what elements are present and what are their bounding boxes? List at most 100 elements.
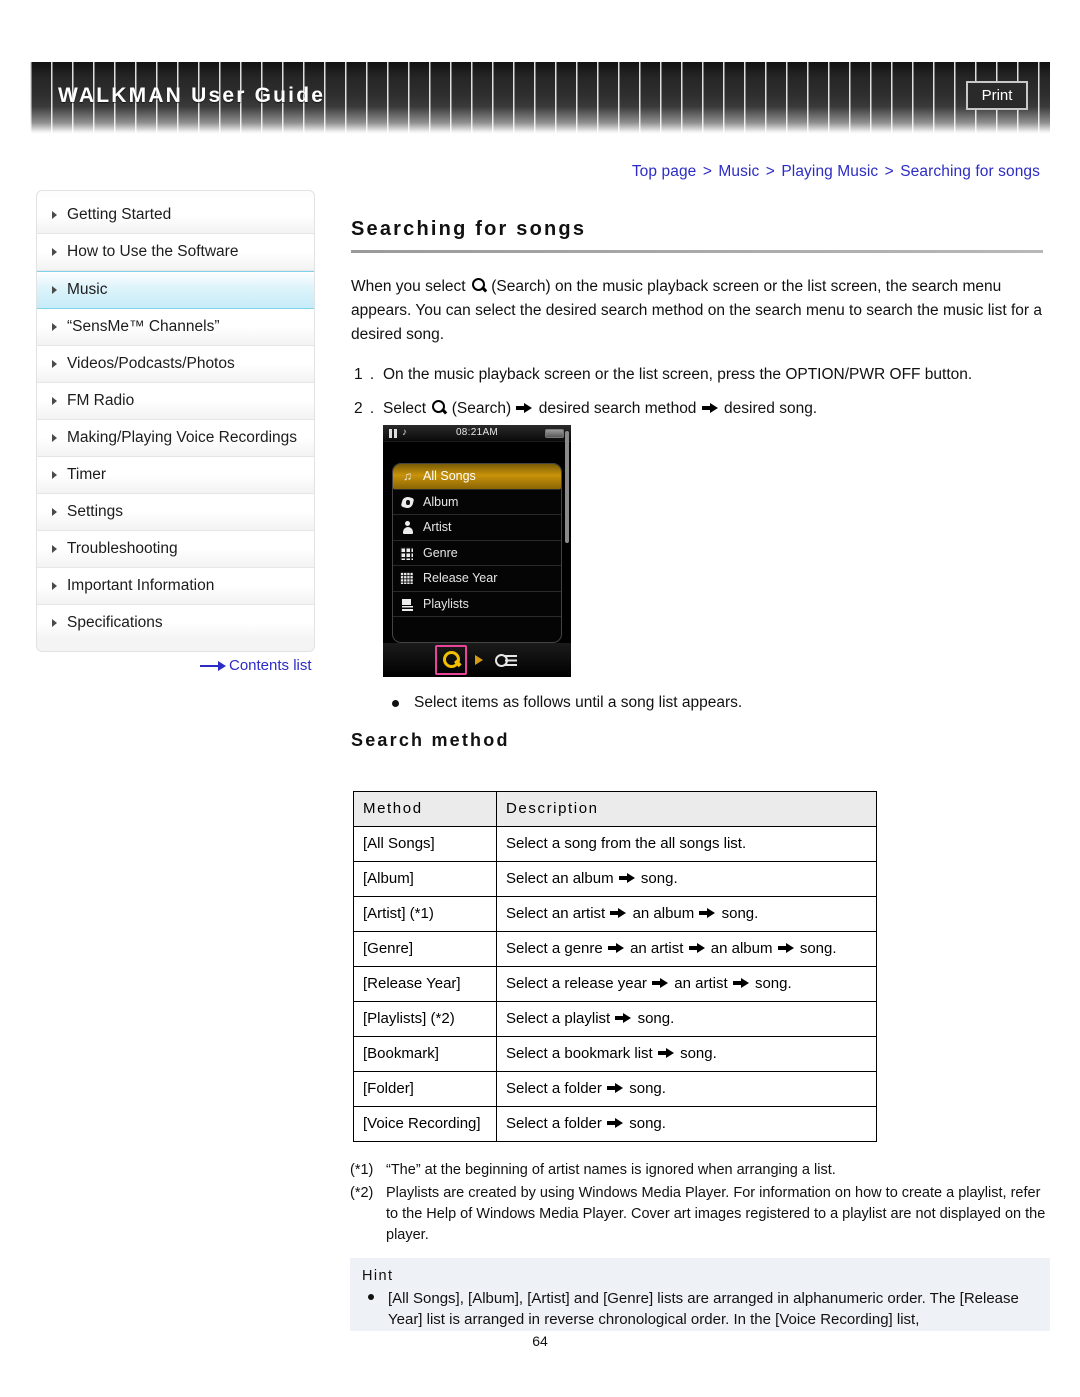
cell-description: Select a folder song. [496, 1071, 877, 1107]
footnote-1: (*1) “The” at the beginning of artist nam… [350, 1160, 1050, 1181]
print-button[interactable]: Print [966, 81, 1028, 110]
sidebar-item-important-information[interactable]: Important Information [37, 568, 314, 605]
device-menu-item[interactable]: ♫ All Songs [393, 464, 561, 490]
description-segment: Select an album [506, 870, 614, 887]
breadcrumb-item-1[interactable]: Music [718, 163, 759, 180]
table-row: [Folder] Select a folder song. [353, 1071, 877, 1107]
description-segment: song. [799, 940, 837, 957]
chevron-right-icon [52, 248, 57, 256]
description-segment: song. [754, 975, 792, 992]
device-menu-list: ♫ All Songs Album Artist Genre Release Year Pl… [392, 463, 562, 643]
breadcrumb-item-0[interactable]: Top page [632, 163, 697, 180]
step-2-text-b: (Search) [447, 400, 516, 417]
sidebar-item-videos-podcasts-photos[interactable]: Videos/Podcasts/Photos [37, 346, 314, 383]
table-body: [All Songs] Select a song from the all so… [353, 826, 877, 1142]
device-menu-label: Release Year [423, 571, 498, 585]
device-screenshot: ♪ 08:21AM ♫ All Songs Album Artist Genre Rele… [383, 425, 571, 677]
person-icon [400, 520, 415, 535]
cell-method: [Bookmark] [353, 1036, 497, 1072]
device-menu-item[interactable]: Artist [393, 515, 561, 541]
description-segment: Select a folder [506, 1115, 602, 1132]
sidebar-nav: Getting Started How to Use the Software Mu… [36, 190, 315, 652]
sidebar-item-getting-started[interactable]: Getting Started [37, 197, 314, 234]
options-list-icon[interactable] [495, 653, 517, 668]
cell-description: Select a playlist song. [496, 1001, 877, 1037]
device-menu-label: All Songs [423, 469, 476, 483]
cell-description: Select a song from the all songs list. [496, 826, 877, 862]
description-segment: Select a bookmark list [506, 1045, 653, 1062]
sidebar-item-label: Music [67, 281, 108, 298]
cell-method: [Release Year] [353, 966, 497, 1002]
breadcrumb-item-2[interactable]: Playing Music [781, 163, 878, 180]
arrow-right-icon [657, 1047, 675, 1059]
device-menu-label: Playlists [423, 596, 469, 611]
device-menu-item[interactable]: Release Year [393, 566, 561, 592]
table-row: [All Songs] Select a song from the all so… [353, 826, 877, 862]
cell-method: [All Songs] [353, 826, 497, 862]
right-triangle-icon [475, 655, 483, 665]
table-row: [Artist] (*1) Select an artist an album s… [353, 896, 877, 932]
breadcrumb-item-3[interactable]: Searching for songs [900, 163, 1040, 180]
breadcrumb: Top page > Music > Playing Music > Searc… [632, 163, 1040, 181]
table-row: [Voice Recording] Select a folder song. [353, 1106, 877, 1142]
sidebar-item-specifications[interactable]: Specifications [37, 605, 314, 641]
search-icon [432, 400, 446, 415]
cell-method: [Playlists] (*2) [353, 1001, 497, 1037]
contents-list-link[interactable]: Contents list [200, 657, 312, 674]
sidebar-item-label: Settings [67, 503, 124, 520]
step-1-number: 1 . [354, 366, 376, 383]
breadcrumb-separator: > [698, 163, 717, 180]
sidebar-item-timer[interactable]: Timer [37, 457, 314, 494]
device-toolbar [383, 643, 571, 677]
section-subtitle: Search method [351, 730, 510, 750]
arrow-right-icon [607, 1082, 624, 1094]
cell-description: Select a folder song. [496, 1106, 877, 1142]
sidebar-item-label: How to Use the Software [67, 243, 239, 260]
device-menu-label: Artist [423, 520, 452, 534]
contents-list-label: Contents list [229, 657, 312, 674]
app-title: WALKMAN User Guide [58, 84, 326, 107]
chevron-right-icon [52, 286, 57, 294]
cell-method: [Folder] [353, 1071, 497, 1107]
arrow-right-icon [688, 942, 706, 954]
column-header-description: Description [496, 791, 877, 827]
sidebar-item-troubleshooting[interactable]: Troubleshooting [37, 531, 314, 568]
sidebar-item-music[interactable]: Music [37, 271, 314, 309]
sidebar-item-making-playing-voice-recordings[interactable]: Making/Playing Voice Recordings [37, 420, 314, 457]
footnotes: (*1) “The” at the beginning of artist nam… [350, 1160, 1050, 1248]
cell-description: Select a genre an artist an album song. [496, 931, 877, 967]
cell-method: [Voice Recording] [353, 1106, 497, 1142]
description-segment: song. [680, 1045, 717, 1062]
description-segment: an artist [630, 940, 684, 957]
music-note-icon: ♫ [403, 469, 412, 483]
device-menu-item[interactable]: Album [393, 490, 561, 515]
bullet-note-text: Select items as follows until a song lis… [414, 694, 743, 711]
sidebar-item-settings[interactable]: Settings [37, 494, 314, 531]
device-menu-label: Genre [423, 545, 458, 560]
cell-description: Select an artist an album song. [496, 896, 877, 932]
device-menu-item[interactable]: Playlists [393, 592, 561, 617]
breadcrumb-separator: > [761, 163, 780, 180]
sidebar-item-sensme-channels[interactable]: “SensMe™ Channels” [37, 309, 314, 346]
chevron-right-icon [52, 397, 57, 405]
footnote-marker: (*1) [350, 1162, 374, 1178]
device-menu-label: Album [423, 494, 459, 509]
chevron-right-icon [52, 582, 57, 590]
chevron-right-icon [52, 211, 57, 219]
table-row: [Bookmark] Select a bookmark list song. [353, 1036, 877, 1072]
device-scrollbar[interactable] [565, 431, 569, 543]
bullet-note: Select items as follows until a song lis… [392, 694, 742, 712]
intro-paragraph: When you select (Search) on the music pl… [351, 275, 1051, 347]
chevron-right-icon [52, 471, 57, 479]
playlist-icon [400, 597, 415, 612]
description-segment: Select a release year [506, 975, 647, 992]
description-segment: Select a genre [506, 940, 603, 957]
description-segment: an artist [674, 975, 728, 992]
sidebar-item-fm-radio[interactable]: FM Radio [37, 383, 314, 420]
description-segment: song. [629, 1080, 666, 1097]
device-menu-item[interactable]: Genre [393, 541, 561, 566]
search-magnifier-icon[interactable] [443, 651, 460, 669]
sidebar-item-how-to-use-the-software[interactable]: How to Use the Software [37, 234, 314, 271]
arrow-right-icon [699, 907, 716, 919]
description-segment: song. [721, 905, 759, 922]
